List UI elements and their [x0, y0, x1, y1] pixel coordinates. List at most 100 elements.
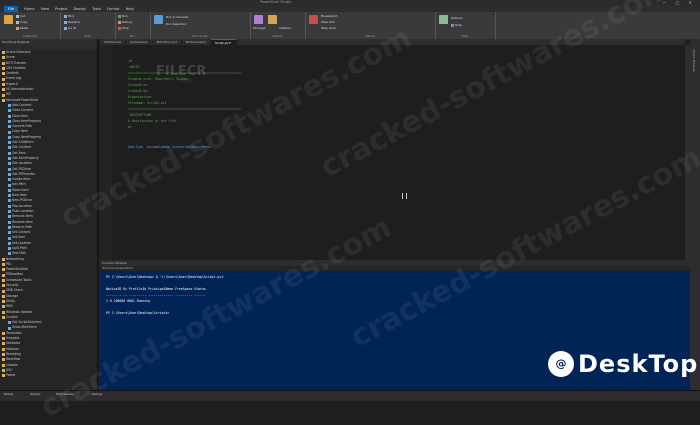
function-icon: [8, 125, 11, 129]
function-icon: [8, 167, 11, 171]
breakpoint-button[interactable]: Breakpoint: [321, 14, 337, 18]
console-line: -------- -- --------- ------------- ----…: [106, 293, 206, 297]
folder-icon: [2, 263, 5, 267]
line-number-gutter: [100, 45, 112, 260]
step-into-button[interactable]: Step Into: [321, 20, 335, 24]
function-icon: [8, 157, 11, 161]
folder-icon: [2, 358, 5, 362]
ribbon-group-label: Help: [461, 34, 469, 38]
folder-icon: [2, 88, 5, 92]
paste-icon[interactable]: [4, 15, 13, 24]
folder-icon: [2, 347, 5, 351]
function-icon: [8, 141, 11, 145]
status-ready: Ready: [4, 392, 14, 396]
package-icon[interactable]: [254, 15, 263, 24]
window-controls[interactable]: — □ ✕: [662, 0, 696, 5]
function-icon: [8, 162, 11, 166]
object-browser-tab[interactable]: Object Browser: [692, 49, 696, 72]
folder-icon: [2, 72, 5, 76]
copy-icon: [16, 20, 19, 24]
code-line: .DESCRIPTION: [128, 113, 152, 117]
step-over-button[interactable]: Step Over: [321, 26, 336, 30]
minimize-button[interactable]: —: [662, 0, 670, 5]
function-tree: Active Directory Azure BITS Transfer CIM Cm…: [0, 50, 97, 378]
tab-output[interactable]: Output: [30, 392, 40, 396]
goto-icon: [64, 26, 67, 30]
function-icon: [8, 199, 11, 203]
options-icon[interactable]: [439, 15, 448, 24]
folder-icon: [2, 310, 5, 314]
function-icon: [8, 204, 11, 208]
function-icon: [8, 146, 11, 150]
tab-find-results[interactable]: Find Results: [56, 392, 74, 396]
package-button[interactable]: Package: [253, 26, 265, 30]
console-icon[interactable]: [154, 15, 163, 24]
tab-debug[interactable]: Debug: [92, 392, 102, 396]
ribbon-group-run-script: Run in Console Run Selection Run Script: [150, 12, 251, 39]
cut-button[interactable]: Cut: [16, 14, 25, 18]
stop-button[interactable]: Stop: [118, 26, 129, 30]
window-title: PowerShell Studio: [260, 0, 292, 4]
maximize-button[interactable]: □: [676, 0, 684, 5]
function-icon: [8, 135, 11, 139]
function-icon: [8, 326, 11, 330]
bug-icon: [118, 20, 121, 24]
function-icon: [8, 151, 11, 155]
function-icon: [8, 247, 11, 251]
folder-icon: [2, 315, 5, 319]
play-icon: [118, 14, 121, 18]
ribbon-group-label: Run Script: [192, 34, 208, 38]
code-line: A description of the file.: [128, 119, 178, 123]
tree-item-label: Pester: [6, 373, 16, 378]
code-line: Created by:: [128, 89, 150, 93]
code-line: Organization:: [128, 95, 153, 99]
folder-icon: [2, 61, 5, 65]
filecr-watermark-sub: .com: [178, 77, 193, 84]
folder-icon: [2, 93, 5, 97]
run-button[interactable]: Run: [118, 14, 128, 18]
tree-item[interactable]: Pester: [0, 373, 97, 378]
installer-icon[interactable]: [268, 15, 277, 24]
code-line: Created on:: [128, 83, 150, 87]
folder-icon: [2, 305, 5, 309]
code-line: <#: [128, 59, 132, 63]
installer-button[interactable]: Installer: [279, 26, 291, 30]
folder-icon: [2, 82, 5, 86]
function-icon: [8, 321, 11, 325]
ribbon-group-run: Run Debug Stop Run: [115, 12, 151, 39]
goto-button[interactable]: Go To: [64, 26, 76, 30]
side-panel-strip[interactable]: Object Browser: [690, 39, 700, 390]
function-icon: [8, 210, 11, 214]
help-icon: [451, 23, 454, 27]
desktop-logo-text: DeskTop: [578, 350, 699, 378]
ribbon-group-edit: Find Replace Go To Edit: [60, 12, 116, 39]
function-icon: [8, 114, 11, 118]
run-in-console-button[interactable]: Run in Console: [166, 15, 188, 19]
code-line: #>: [128, 125, 132, 129]
paste-button[interactable]: Paste: [16, 26, 28, 30]
status-bar: Ready Output Find Results Debug: [0, 390, 700, 401]
folder-icon: [2, 268, 5, 272]
options-button[interactable]: Options: [451, 16, 463, 20]
replace-button[interactable]: Replace: [64, 20, 80, 24]
ribbon-group-clipboard: Cut Copy Paste Clipboard: [0, 12, 61, 39]
breakpoint-icon[interactable]: [309, 15, 318, 24]
search-icon: [64, 14, 67, 18]
folder-icon: [2, 368, 5, 372]
text-cursor-icon: [402, 193, 407, 199]
run-selection-button[interactable]: Run Selection: [166, 22, 187, 26]
function-icon: [8, 120, 11, 123]
debug-button[interactable]: Debug: [118, 20, 132, 24]
close-button[interactable]: ✕: [689, 0, 696, 5]
copy-button[interactable]: Copy: [16, 20, 28, 24]
folder-icon: [2, 294, 5, 298]
folder-icon: [2, 284, 5, 288]
find-button[interactable]: Find: [64, 14, 74, 18]
function-icon: [8, 252, 11, 256]
folder-icon: [2, 289, 5, 293]
stop-icon: [118, 26, 121, 30]
code-line: Add-Type -AssemblyName System.Windows.Fo…: [128, 145, 211, 149]
help-button[interactable]: Help: [451, 23, 462, 27]
function-icon: [8, 231, 11, 235]
folder-icon: [2, 98, 5, 102]
